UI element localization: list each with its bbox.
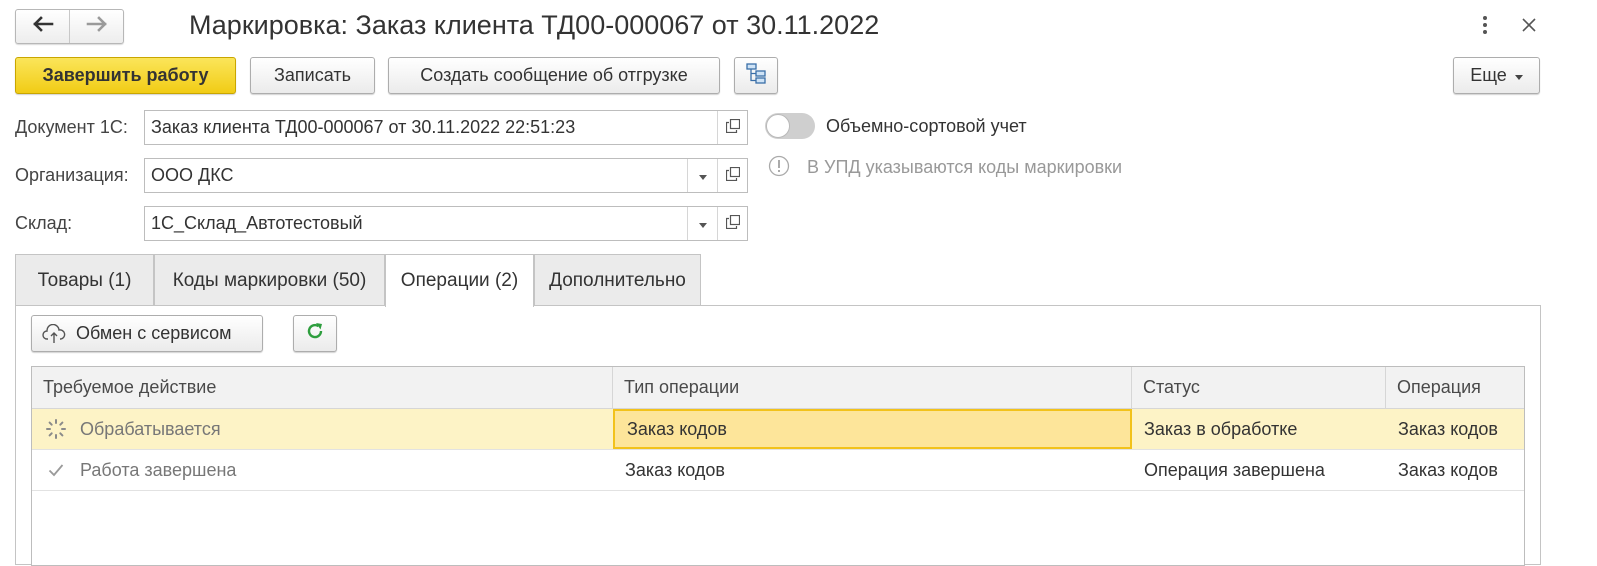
type-cell[interactable]: Заказ кодов bbox=[613, 450, 1132, 490]
tab-operations[interactable]: Операции (2) bbox=[385, 254, 534, 307]
back-button[interactable] bbox=[16, 10, 69, 43]
organization-field[interactable]: ООО ДКС bbox=[144, 158, 748, 193]
toggle-knob bbox=[766, 114, 790, 138]
check-icon bbox=[44, 458, 68, 482]
operation-text: Заказ кодов bbox=[1398, 418, 1498, 439]
column-header-action[interactable]: Требуемое действие bbox=[32, 367, 613, 408]
open-icon bbox=[725, 118, 740, 138]
info-text: В УПД указываются коды маркировки bbox=[807, 157, 1123, 177]
more-actions-button[interactable]: Еще bbox=[1453, 57, 1540, 94]
action-cell: Работа завершена bbox=[32, 450, 613, 490]
type-cell[interactable]: Заказ кодов bbox=[613, 409, 1132, 449]
status-cell: Операция завершена bbox=[1144, 459, 1325, 480]
action-text: Обрабатывается bbox=[80, 418, 221, 439]
organization-dropdown-button[interactable] bbox=[687, 159, 717, 192]
warehouse-dropdown-button[interactable] bbox=[687, 207, 717, 240]
operation-cell: Заказ кодов bbox=[1386, 409, 1524, 449]
document-label: Документ 1С: bbox=[15, 117, 128, 137]
arrow-left-icon bbox=[32, 16, 54, 37]
spinner-icon bbox=[44, 417, 68, 441]
chevron-down-icon bbox=[1514, 65, 1523, 86]
tab-additional[interactable]: Дополнительно bbox=[534, 254, 701, 306]
open-organization-button[interactable] bbox=[717, 159, 747, 192]
open-icon bbox=[725, 166, 740, 186]
hierarchy-icon bbox=[745, 62, 767, 89]
column-header-operation[interactable]: Операция bbox=[1386, 367, 1524, 408]
finish-work-button[interactable]: Завершить работу bbox=[15, 57, 236, 94]
open-document-button[interactable] bbox=[717, 111, 747, 144]
window-title: Маркировка: Заказ клиента ТД00-000067 от… bbox=[189, 10, 880, 40]
document-value: Заказ клиента ТД00-000067 от 30.11.2022 … bbox=[151, 117, 576, 137]
table-row[interactable]: Работа завершена Заказ кодов Операция за… bbox=[32, 450, 1524, 491]
operations-table: Требуемое действие Тип операции Статус О… bbox=[31, 366, 1525, 566]
close-icon[interactable] bbox=[1517, 13, 1541, 37]
action-cell: Обрабатывается bbox=[32, 409, 613, 449]
tab-marking-codes[interactable]: Коды маркировки (50) bbox=[154, 254, 385, 306]
more-menu-icon[interactable] bbox=[1473, 13, 1497, 37]
organization-label: Организация: bbox=[15, 165, 129, 185]
open-icon bbox=[725, 214, 740, 234]
dropdown-arrow-icon bbox=[698, 166, 707, 186]
arrow-right-icon bbox=[86, 16, 108, 37]
refresh-button[interactable] bbox=[293, 315, 337, 352]
column-header-type[interactable]: Тип операции bbox=[613, 367, 1132, 408]
volume-sort-label: Объемно-сортовой учет bbox=[826, 116, 1027, 136]
warehouse-value: 1С_Склад_Автотестовый bbox=[151, 213, 363, 233]
tab-goods[interactable]: Товары (1) bbox=[15, 254, 154, 306]
cloud-sync-icon bbox=[42, 323, 66, 344]
create-shipment-message-button[interactable]: Создать сообщение об отгрузке bbox=[388, 57, 720, 94]
open-warehouse-button[interactable] bbox=[717, 207, 747, 240]
operation-text: Заказ кодов bbox=[1398, 459, 1498, 480]
save-button[interactable]: Записать bbox=[250, 57, 375, 94]
more-actions-label: Еще bbox=[1470, 65, 1507, 85]
structure-button[interactable] bbox=[734, 57, 778, 94]
organization-value: ООО ДКС bbox=[151, 165, 234, 185]
operation-cell: Заказ кодов bbox=[1386, 450, 1524, 490]
table-header: Требуемое действие Тип операции Статус О… bbox=[32, 367, 1524, 409]
forward-button[interactable] bbox=[69, 10, 123, 43]
exchange-service-label: Обмен с сервисом bbox=[76, 323, 232, 343]
column-header-status[interactable]: Статус bbox=[1132, 367, 1386, 408]
dropdown-arrow-icon bbox=[698, 214, 707, 234]
warehouse-label: Склад: bbox=[15, 213, 73, 233]
document-field[interactable]: Заказ клиента ТД00-000067 от 30.11.2022 … bbox=[144, 110, 748, 145]
table-row[interactable]: Обрабатывается Заказ кодов Заказ в обраб… bbox=[32, 409, 1524, 450]
navigation-buttons bbox=[15, 9, 124, 44]
action-text: Работа завершена bbox=[80, 459, 237, 480]
exchange-service-button[interactable]: Обмен с сервисом bbox=[31, 315, 263, 352]
volume-sort-toggle[interactable] bbox=[765, 113, 815, 139]
warehouse-field[interactable]: 1С_Склад_Автотестовый bbox=[144, 206, 748, 241]
info-icon bbox=[768, 155, 790, 182]
status-cell: Заказ в обработке bbox=[1144, 418, 1298, 439]
refresh-icon bbox=[305, 321, 325, 346]
